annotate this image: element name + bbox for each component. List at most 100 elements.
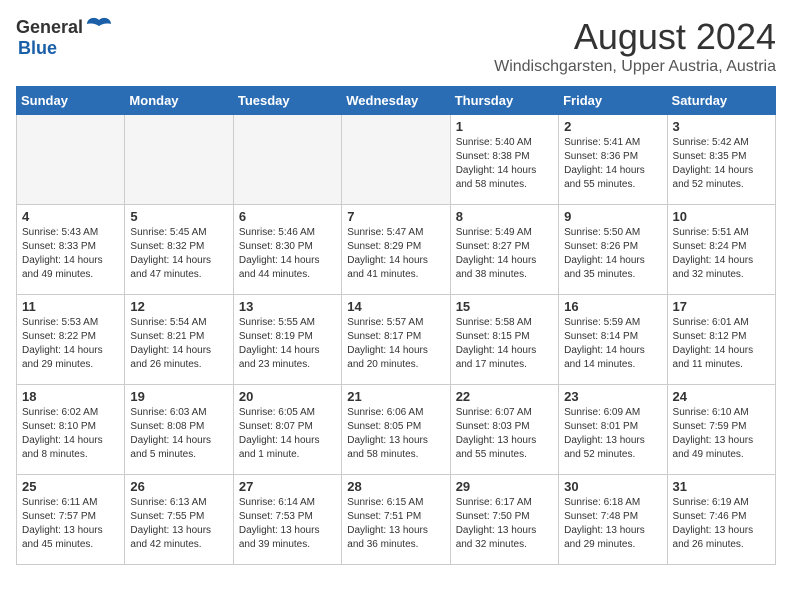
day-info: Sunrise: 6:15 AMSunset: 7:51 PMDaylight:… <box>347 496 444 552</box>
day-cell: 12 Sunrise: 5:54 AMSunset: 8:21 PMDayligh… <box>125 295 233 385</box>
logo-blue-text: Blue <box>18 38 57 58</box>
day-number: 16 <box>564 299 661 314</box>
day-number: 9 <box>564 209 661 224</box>
day-number: 23 <box>564 389 661 404</box>
day-cell: 22 Sunrise: 6:07 AMSunset: 8:03 PMDayligh… <box>450 385 558 475</box>
day-info: Sunrise: 5:50 AMSunset: 8:26 PMDaylight:… <box>564 226 661 282</box>
day-cell: 14Sunrise: 5:57 AMSunset: 8:17 PMDayligh… <box>342 295 450 385</box>
day-cell: 21 Sunrise: 6:06 AMSunset: 8:05 PMDayligh… <box>342 385 450 475</box>
day-number: 6 <box>239 209 336 224</box>
day-info: Sunrise: 6:06 AMSunset: 8:05 PMDaylight:… <box>347 406 444 462</box>
day-info: Sunrise: 6:03 AMSunset: 8:08 PMDaylight:… <box>130 406 227 462</box>
day-number: 26 <box>130 479 227 494</box>
day-info: Sunrise: 6:18 AMSunset: 7:48 PMDaylight:… <box>564 496 661 552</box>
day-number: 21 <box>347 389 444 404</box>
day-header-friday: Friday <box>559 87 667 115</box>
week-row-2: 4 Sunrise: 5:43 AMSunset: 8:33 PMDaylight… <box>17 205 776 295</box>
day-cell <box>17 115 125 205</box>
day-cell: 28Sunrise: 6:15 AMSunset: 7:51 PMDayligh… <box>342 475 450 565</box>
day-cell: 15 Sunrise: 5:58 AMSunset: 8:15 PMDayligh… <box>450 295 558 385</box>
day-number: 25 <box>22 479 119 494</box>
logo-bird-icon <box>85 16 113 38</box>
day-number: 19 <box>130 389 227 404</box>
day-info: Sunrise: 6:11 AMSunset: 7:57 PMDaylight:… <box>22 496 119 552</box>
day-cell: 10 Sunrise: 5:51 AMSunset: 8:24 PMDayligh… <box>667 205 775 295</box>
day-number: 14 <box>347 299 444 314</box>
day-info: Sunrise: 6:02 AMSunset: 8:10 PMDaylight:… <box>22 406 119 462</box>
week-row-5: 25 Sunrise: 6:11 AMSunset: 7:57 PMDayligh… <box>17 475 776 565</box>
day-info: Sunrise: 5:58 AMSunset: 8:15 PMDaylight:… <box>456 316 553 372</box>
day-info: Sunrise: 5:43 AMSunset: 8:33 PMDaylight:… <box>22 226 119 282</box>
day-cell: 11Sunrise: 5:53 AMSunset: 8:22 PMDayligh… <box>17 295 125 385</box>
day-header-tuesday: Tuesday <box>233 87 341 115</box>
day-number: 4 <box>22 209 119 224</box>
week-row-4: 18Sunrise: 6:02 AMSunset: 8:10 PMDayligh… <box>17 385 776 475</box>
day-cell: 27 Sunrise: 6:14 AMSunset: 7:53 PMDayligh… <box>233 475 341 565</box>
day-cell: 18Sunrise: 6:02 AMSunset: 8:10 PMDayligh… <box>17 385 125 475</box>
day-number: 10 <box>673 209 770 224</box>
day-cell: 8Sunrise: 5:49 AMSunset: 8:27 PMDaylight… <box>450 205 558 295</box>
day-number: 15 <box>456 299 553 314</box>
day-number: 13 <box>239 299 336 314</box>
day-number: 20 <box>239 389 336 404</box>
day-number: 2 <box>564 119 661 134</box>
day-number: 22 <box>456 389 553 404</box>
month-title: August 2024 <box>494 16 776 58</box>
day-info: Sunrise: 5:54 AMSunset: 8:21 PMDaylight:… <box>130 316 227 372</box>
day-cell <box>125 115 233 205</box>
day-number: 24 <box>673 389 770 404</box>
day-info: Sunrise: 5:46 AMSunset: 8:30 PMDaylight:… <box>239 226 336 282</box>
day-number: 29 <box>456 479 553 494</box>
day-info: Sunrise: 5:40 AMSunset: 8:38 PMDaylight:… <box>456 136 553 192</box>
day-number: 27 <box>239 479 336 494</box>
day-cell: 9 Sunrise: 5:50 AMSunset: 8:26 PMDaylight… <box>559 205 667 295</box>
day-info: Sunrise: 5:42 AMSunset: 8:35 PMDaylight:… <box>673 136 770 192</box>
day-header-thursday: Thursday <box>450 87 558 115</box>
day-cell: 30 Sunrise: 6:18 AMSunset: 7:48 PMDayligh… <box>559 475 667 565</box>
day-header-monday: Monday <box>125 87 233 115</box>
logo: General Blue <box>16 16 113 59</box>
day-cell: 16 Sunrise: 5:59 AMSunset: 8:14 PMDayligh… <box>559 295 667 385</box>
day-cell: 26 Sunrise: 6:13 AMSunset: 7:55 PMDayligh… <box>125 475 233 565</box>
day-info: Sunrise: 5:45 AMSunset: 8:32 PMDaylight:… <box>130 226 227 282</box>
day-info: Sunrise: 6:09 AMSunset: 8:01 PMDaylight:… <box>564 406 661 462</box>
day-number: 12 <box>130 299 227 314</box>
day-info: Sunrise: 6:19 AMSunset: 7:46 PMDaylight:… <box>673 496 770 552</box>
day-info: Sunrise: 6:10 AMSunset: 7:59 PMDaylight:… <box>673 406 770 462</box>
day-cell: 31 Sunrise: 6:19 AMSunset: 7:46 PMDayligh… <box>667 475 775 565</box>
day-info: Sunrise: 5:47 AMSunset: 8:29 PMDaylight:… <box>347 226 444 282</box>
location: Windischgarsten, Upper Austria, Austria <box>494 58 776 76</box>
day-info: Sunrise: 6:05 AMSunset: 8:07 PMDaylight:… <box>239 406 336 462</box>
day-info: Sunrise: 5:41 AMSunset: 8:36 PMDaylight:… <box>564 136 661 192</box>
day-cell: 19 Sunrise: 6:03 AMSunset: 8:08 PMDayligh… <box>125 385 233 475</box>
day-cell: 1 Sunrise: 5:40 AMSunset: 8:38 PMDaylight… <box>450 115 558 205</box>
day-cell: 29 Sunrise: 6:17 AMSunset: 7:50 PMDayligh… <box>450 475 558 565</box>
day-number: 31 <box>673 479 770 494</box>
day-info: Sunrise: 5:53 AMSunset: 8:22 PMDaylight:… <box>22 316 119 372</box>
day-header-sunday: Sunday <box>17 87 125 115</box>
day-info: Sunrise: 6:01 AMSunset: 8:12 PMDaylight:… <box>673 316 770 372</box>
day-info: Sunrise: 5:55 AMSunset: 8:19 PMDaylight:… <box>239 316 336 372</box>
day-cell: 5Sunrise: 5:45 AMSunset: 8:32 PMDaylight… <box>125 205 233 295</box>
day-cell: 7Sunrise: 5:47 AMSunset: 8:29 PMDaylight… <box>342 205 450 295</box>
day-info: Sunrise: 5:59 AMSunset: 8:14 PMDaylight:… <box>564 316 661 372</box>
day-info: Sunrise: 6:07 AMSunset: 8:03 PMDaylight:… <box>456 406 553 462</box>
logo-general-text: General <box>16 17 83 38</box>
day-info: Sunrise: 5:51 AMSunset: 8:24 PMDaylight:… <box>673 226 770 282</box>
day-cell: 17Sunrise: 6:01 AMSunset: 8:12 PMDayligh… <box>667 295 775 385</box>
day-header-wednesday: Wednesday <box>342 87 450 115</box>
day-cell: 6 Sunrise: 5:46 AMSunset: 8:30 PMDaylight… <box>233 205 341 295</box>
day-number: 1 <box>456 119 553 134</box>
day-info: Sunrise: 6:14 AMSunset: 7:53 PMDaylight:… <box>239 496 336 552</box>
week-row-3: 11Sunrise: 5:53 AMSunset: 8:22 PMDayligh… <box>17 295 776 385</box>
page-header: General Blue August 2024 Windischgarsten… <box>16 16 776 76</box>
day-number: 30 <box>564 479 661 494</box>
day-header-saturday: Saturday <box>667 87 775 115</box>
day-info: Sunrise: 5:49 AMSunset: 8:27 PMDaylight:… <box>456 226 553 282</box>
day-cell: 20 Sunrise: 6:05 AMSunset: 8:07 PMDayligh… <box>233 385 341 475</box>
day-cell: 3Sunrise: 5:42 AMSunset: 8:35 PMDaylight… <box>667 115 775 205</box>
week-row-1: 1 Sunrise: 5:40 AMSunset: 8:38 PMDaylight… <box>17 115 776 205</box>
day-info: Sunrise: 6:17 AMSunset: 7:50 PMDaylight:… <box>456 496 553 552</box>
day-info: Sunrise: 6:13 AMSunset: 7:55 PMDaylight:… <box>130 496 227 552</box>
day-cell: 13 Sunrise: 5:55 AMSunset: 8:19 PMDayligh… <box>233 295 341 385</box>
